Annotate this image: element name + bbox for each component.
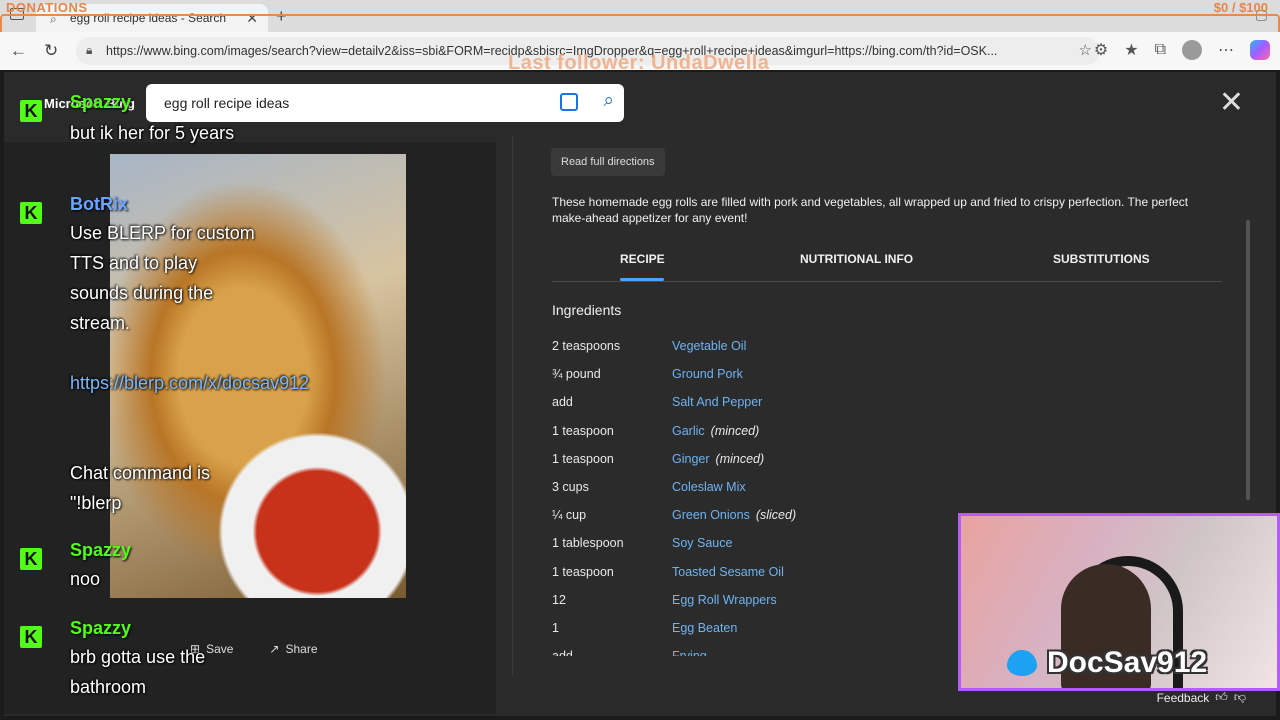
new-tab-icon[interactable]: + xyxy=(276,6,287,27)
egg-roll-image[interactable] xyxy=(110,154,406,598)
streamer-name: DocSav912 xyxy=(1047,646,1208,679)
ingredient-link[interactable]: Egg Beaten xyxy=(672,621,737,635)
search-icon[interactable]: ⌕ xyxy=(603,90,614,112)
ingredient-link[interactable]: Coleslaw Mix xyxy=(672,480,746,494)
active-tab-indicator xyxy=(620,278,664,281)
ingredient-link[interactable]: Egg Roll Wrappers xyxy=(672,593,777,607)
save-icon: ⊞ xyxy=(190,642,201,656)
ingredient-quantity: 3 cups xyxy=(552,480,589,495)
ingredient-link[interactable]: Soy Sauce xyxy=(672,536,732,550)
ingredient-link[interactable]: Toasted Sesame Oil xyxy=(672,565,784,579)
ingredient-link[interactable]: Salt And Pepper xyxy=(672,395,762,409)
profile-avatar[interactable] xyxy=(1182,40,1202,60)
collections-icon[interactable]: ⧉ xyxy=(1155,41,1166,59)
tab-nutritional-info[interactable]: NUTRITIONAL INFO xyxy=(800,252,913,266)
favorite-star-icon[interactable]: ☆ xyxy=(1079,41,1092,59)
thumbs-down-icon[interactable]: 👎︎ xyxy=(1234,690,1246,705)
webcam-overlay: DocSav912 xyxy=(958,513,1280,691)
search-query: egg roll recipe ideas xyxy=(164,95,290,111)
ingredient-link[interactable]: Garlic xyxy=(672,424,705,438)
feedback-label: Feedback xyxy=(1156,690,1210,705)
close-icon[interactable]: ✕ xyxy=(1219,88,1244,118)
ingredient-link[interactable]: Frying xyxy=(672,649,707,656)
recipe-description: These homemade egg rolls are filled with… xyxy=(552,195,1189,225)
ingredient-quantity: 1 teaspoon xyxy=(552,423,614,438)
ingredient-row: 1 teaspoon Ginger (minced) xyxy=(552,445,1052,473)
feedback-button[interactable]: Feedback 👍︎ 👎︎ xyxy=(1157,690,1246,705)
ingredient-row: ¾ pound Ground Pork xyxy=(552,360,1052,388)
ingredient-link[interactable]: Ground Pork xyxy=(672,367,743,381)
more-menu-icon[interactable]: ⋯ xyxy=(1218,40,1234,60)
twitter-icon xyxy=(1007,650,1037,676)
extensions-icon[interactable]: ⚙ xyxy=(1094,40,1108,60)
bing-logo[interactable]: Microsoft Bing xyxy=(44,96,135,111)
tab-recipe[interactable]: RECIPE xyxy=(620,252,665,266)
ingredient-link[interactable]: Ginger xyxy=(672,452,710,466)
ingredient-quantity: 1 tablespoon xyxy=(552,536,624,551)
save-button[interactable]: ⊞ Save xyxy=(190,642,233,656)
tab-substitutions[interactable]: SUBSTITUTIONS xyxy=(1053,252,1150,266)
back-icon[interactable]: ← xyxy=(10,41,27,61)
ingredient-quantity: add xyxy=(552,649,672,656)
ingredient-link[interactable]: Vegetable Oil xyxy=(672,339,746,353)
favorites-icon[interactable]: ★ xyxy=(1124,40,1138,60)
scrollbar[interactable] xyxy=(1246,220,1250,500)
ingredient-row: 3 cups Coleslaw Mix xyxy=(552,473,1052,501)
ingredient-quantity: 2 teaspoons xyxy=(552,339,621,354)
close-tab-icon[interactable]: ✕ xyxy=(246,10,258,27)
ingredient-quantity: add xyxy=(552,395,573,410)
streamer-handle: DocSav912 xyxy=(1007,646,1207,680)
visual-search-icon[interactable] xyxy=(560,93,578,111)
share-button[interactable]: ↗ Share xyxy=(269,642,317,656)
recipe-tabs: RECIPE NUTRITIONAL INFO SUBSTITUTIONS xyxy=(552,246,1222,282)
ingredient-note: (minced) xyxy=(715,451,765,466)
ingredients-heading: Ingredients xyxy=(552,302,622,318)
ingredient-row: 1 teaspoon Garlic (minced) xyxy=(552,417,1052,445)
donation-amount: $0 / $100 xyxy=(1213,0,1268,15)
refresh-icon[interactable]: ↻ xyxy=(44,41,58,61)
lock-icon: 🔒︎ xyxy=(86,43,93,57)
ingredient-note: (sliced) xyxy=(755,508,797,523)
ingredient-quantity: ¼ cup xyxy=(552,508,587,523)
image-actions: ⊞ Save ↗ Share xyxy=(190,642,318,656)
share-icon: ↗ xyxy=(269,642,280,656)
share-label: Share xyxy=(285,642,318,656)
search-input[interactable]: egg roll recipe ideas ⌕ xyxy=(146,84,624,122)
ingredient-quantity: 1 xyxy=(552,620,559,635)
ingredient-row: add Salt And Pepper xyxy=(552,388,1052,416)
read-full-directions-button[interactable]: Read full directions xyxy=(551,148,665,176)
ingredient-quantity: 12 xyxy=(552,592,566,607)
browser-tab-bar: ⌕ egg roll recipe ideas - Search ✕ + — ▢ xyxy=(0,0,1280,32)
ingredient-quantity: ¾ pound xyxy=(552,367,601,382)
ingredient-link[interactable]: Green Onions xyxy=(672,508,750,522)
tab-title: egg roll recipe ideas - Search xyxy=(70,11,227,25)
browser-toolbar: ⚙ ★ ⧉ ⋯ xyxy=(1094,40,1270,60)
thumbs-up-icon[interactable]: 👍︎ xyxy=(1215,690,1228,705)
screen: ⌕ egg roll recipe ideas - Search ✕ + — ▢… xyxy=(0,0,1280,720)
copilot-icon[interactable] xyxy=(1250,40,1270,60)
ingredient-quantity: 1 teaspoon xyxy=(552,564,614,579)
image-panel: ⊞ Save ↗ Share xyxy=(4,142,496,714)
ingredient-quantity: 1 teaspoon xyxy=(552,451,614,466)
ingredient-note: (minced) xyxy=(710,423,760,438)
donations-overlay-label: DONATIONS xyxy=(6,0,88,15)
save-label: Save xyxy=(206,642,234,656)
ingredient-row: 2 teaspoons Vegetable Oil xyxy=(552,332,1052,360)
